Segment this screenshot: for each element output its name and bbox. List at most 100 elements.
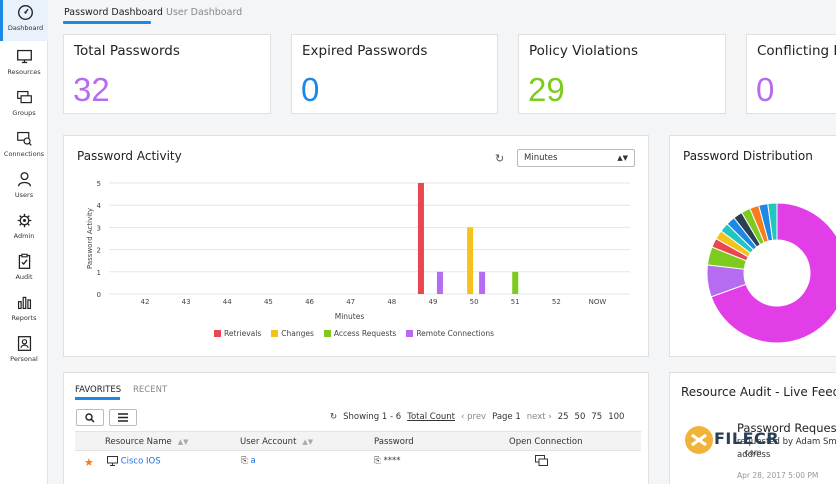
sidebar-item-connections[interactable]: Connections [0,126,48,167]
sidebar-item-groups[interactable]: Groups [0,85,48,126]
column-header-user-account[interactable]: User Account ▲▼ [240,437,313,447]
next-arrow-icon: › [548,412,552,422]
sidebar-item-users[interactable]: Users [0,167,48,208]
next-label: next [526,412,546,422]
x-tick-label: 50 [470,298,479,306]
sidebar-item-reports[interactable]: Reports [0,290,48,331]
tab-user-dashboard[interactable]: User Dashboard [166,7,242,18]
y-tick-label: 0 [97,291,101,299]
connections-icon [16,131,32,146]
account-cell[interactable]: ⎘ a [241,456,256,466]
stat-card-policy-violations[interactable]: Policy Violations 29 [518,34,726,114]
page-size-100[interactable]: 100 [608,412,624,422]
copy-icon[interactable]: ⎘ [374,456,381,466]
sidebar-item-label: Audit [15,273,33,281]
sidebar-item-label: Dashboard [7,24,44,32]
legend-item-access-requests[interactable]: Access Requests [323,329,396,338]
stat-title: Expired Passwords [302,43,428,59]
prev-page-link[interactable]: ‹ prev [461,412,486,422]
x-tick-label: 49 [428,298,437,306]
x-tick-label: 52 [552,298,561,306]
sidebar-item-label: Reports [11,314,37,322]
sidebar-item-audit[interactable]: Audit [0,249,48,290]
legend-label: Changes [281,329,314,338]
bar-retrievals [417,183,424,294]
open-connection-icon[interactable] [535,455,548,469]
total-count-link[interactable]: Total Count [407,412,455,422]
favorite-star-icon[interactable]: ★ [84,456,94,469]
sidebar-item-admin[interactable]: Admin [0,208,48,249]
sort-icon: ▲▼ [177,438,189,446]
x-tick-label: NOW [589,298,607,306]
tab-recent[interactable]: RECENT [133,385,167,395]
sidebar-item-label: Users [14,191,34,199]
sidebar-item-resources[interactable]: Resources [0,44,48,85]
x-axis-label: Minutes [335,312,365,321]
x-tick-label: 47 [346,298,355,306]
search-button[interactable] [76,409,104,426]
x-tick-label: 51 [511,298,520,306]
sidebar-item-label: Connections [3,150,45,158]
tab-favorites[interactable]: FAVORITES [75,385,121,395]
table-row[interactable]: ★ Cisco IOS ⎘ a ⎘ **** [75,451,641,473]
resource-cell[interactable]: Cisco IOS [107,456,161,467]
monitor-icon [107,456,118,466]
resource-name-link[interactable]: Cisco IOS [121,457,161,467]
legend-label: Remote Connections [416,329,494,338]
password-distribution-panel: Password Distribution [669,135,836,357]
active-tab-indicator [75,397,120,400]
password-cell[interactable]: ⎘ **** [374,456,401,466]
legend-item-remote-connections[interactable]: Remote Connections [406,329,494,338]
stat-title: Conflicting Pa [757,43,836,59]
next-page-link[interactable]: next › [527,412,552,422]
legend-label: Retrievals [224,329,262,338]
y-tick-label: 2 [97,247,101,255]
stat-value: 29 [528,71,565,108]
column-header-password: Password [374,437,414,447]
refresh-icon[interactable]: ↻ [330,412,337,422]
current-page: Page 1 [492,412,521,422]
y-tick-label: 5 [97,180,101,188]
legend-item-retrievals[interactable]: Retrievals [214,329,261,338]
distribution-donut-chart [706,202,836,344]
column-header-resource-name[interactable]: Resource Name ▲▼ [105,437,189,447]
legend-swatch [323,330,331,337]
list-icon [118,413,128,422]
x-tick-label: 43 [182,298,191,306]
dashboard-tabs: Password Dashboard User Dashboard [48,0,836,26]
stat-value: 32 [73,71,110,108]
sidebar-item-label: Admin [13,232,35,240]
audit-item-timestamp: Apr 28, 2017 5:00 PM [737,471,819,480]
stat-card-expired-passwords[interactable]: Expired Passwords 0 [291,34,498,114]
x-tick-label: 44 [223,298,232,306]
page-size-25[interactable]: 25 [558,412,569,422]
sort-icon: ▲▼ [302,438,314,446]
column-label: User Account [240,437,297,447]
tab-password-dashboard[interactable]: Password Dashboard [64,7,163,18]
legend-item-changes[interactable]: Changes [271,329,314,338]
account-link[interactable]: a [251,456,256,466]
x-tick-label: 45 [264,298,273,306]
stat-value: 0 [756,71,775,108]
stat-card-conflicting-passwords[interactable]: Conflicting Pa 0 [746,34,836,114]
bar-remote-connections [436,271,443,294]
y-axis-label: Password Activity [86,208,94,269]
showing-range: Showing 1 - 6 [343,412,402,422]
page-size-75[interactable]: 75 [591,412,602,422]
copy-icon[interactable]: ⎘ [241,456,248,466]
clipboard-icon [18,253,30,269]
favorites-table-header: Resource Name ▲▼ User Account ▲▼ Password … [75,431,641,451]
list-view-button[interactable] [109,409,137,426]
stat-card-total-passwords[interactable]: Total Passwords 32 [63,34,271,114]
legend-swatch [214,330,221,337]
watermark-subtext: .com [742,448,762,457]
sidebar-item-dashboard[interactable]: Dashboard [0,0,48,41]
bar-chart-icon [17,296,31,310]
sidebar-item-personal[interactable]: Personal [0,331,48,372]
resource-audit-panel: Resource Audit - Live Feed Password Requ… [669,372,836,484]
sidebar: Dashboard Resources Groups Connections U… [0,0,48,484]
sidebar-item-label: Personal [10,355,38,363]
page-size-50[interactable]: 50 [575,412,586,422]
prev-arrow-icon: ‹ [461,412,465,422]
watermark-logo-icon [685,426,713,454]
